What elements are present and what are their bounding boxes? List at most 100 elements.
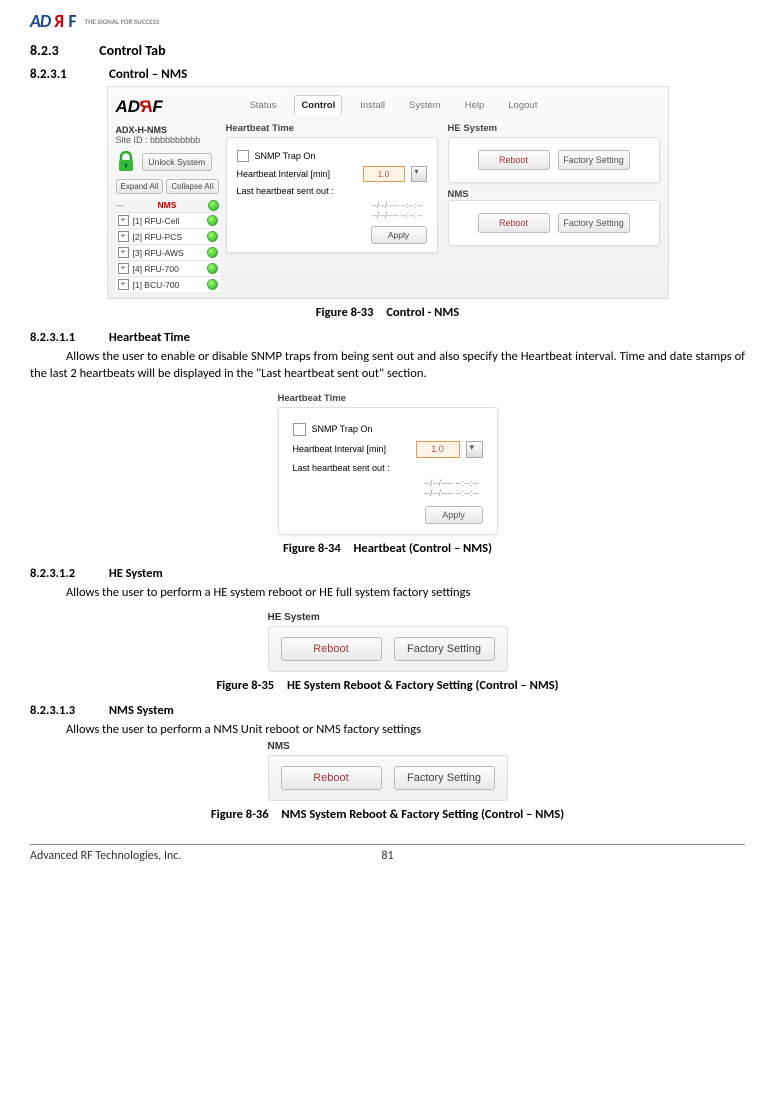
figure-control-nms: ADRF ADX-H-NMS Site ID : bbbbbbbbbb Unlo… <box>107 86 669 299</box>
interval-value[interactable]: 1.0 <box>416 441 460 458</box>
footer-page-number: 81 <box>381 849 393 863</box>
device-tree: — NMS +[1] RFU-Cell +[2] RFU-PCS +[3] RF… <box>116 198 220 292</box>
nms-section-title: NMS <box>448 189 660 200</box>
logo-slogan: THE SIGNAL FOR SUCCESS <box>85 17 160 26</box>
heading-8-2-3-1-1: 8.2.3.1.1 Heartbeat Time <box>30 330 745 345</box>
heading-number: 8.2.3 <box>30 42 96 59</box>
status-dot-icon <box>208 200 219 211</box>
figure-number: Figure 8-36 <box>211 807 269 822</box>
tab-help[interactable]: Help <box>459 96 491 115</box>
apply-button[interactable]: Apply <box>371 226 427 244</box>
figure-he-system: HE System Reboot Factory Setting <box>268 612 508 672</box>
expand-icon[interactable]: + <box>118 279 129 290</box>
tab-logout[interactable]: Logout <box>502 96 543 115</box>
he-system-box: Reboot Factory Setting <box>448 137 660 183</box>
timestamp-1: --/--/---- --:--:-- <box>237 200 427 210</box>
page-header-logo: ADRF THE SIGNAL FOR SUCCESS <box>30 10 745 32</box>
tab-system[interactable]: System <box>403 96 447 115</box>
heading-8-2-3-1-3: 8.2.3.1.3 NMS System <box>30 703 745 718</box>
figure-number: Figure 8-35 <box>216 678 274 693</box>
expand-icon[interactable]: + <box>118 231 129 242</box>
status-dot-icon <box>207 247 218 258</box>
he-factory-button[interactable]: Factory Setting <box>558 150 630 170</box>
heading-title: Heartbeat Time <box>109 330 190 345</box>
expand-icon[interactable]: + <box>118 215 129 226</box>
figure-caption-34: Figure 8-34 Heartbeat (Control – NMS) <box>30 541 745 556</box>
paragraph-he-system: Allows the user to perform a HE system r… <box>30 585 745 602</box>
tree-item[interactable]: +[2] RFU-PCS <box>116 228 220 244</box>
he-system-box: Reboot Factory Setting <box>268 626 508 672</box>
timestamp-2: --/--/---- --:--:-- <box>237 210 427 220</box>
snmp-trap-checkbox[interactable] <box>293 423 306 436</box>
he-reboot-button[interactable]: Reboot <box>478 150 550 170</box>
figure-title: Control - NMS <box>386 305 459 320</box>
nms-reboot-button[interactable]: Reboot <box>281 766 382 790</box>
logo-text-f: F <box>68 10 76 32</box>
tab-install[interactable]: Install <box>354 96 391 115</box>
nms-reboot-button[interactable]: Reboot <box>478 213 550 233</box>
snmp-trap-label: SNMP Trap On <box>312 424 483 434</box>
footer-company: Advanced RF Technologies, Inc. <box>30 849 181 863</box>
collapse-all-button[interactable]: Collapse AII <box>166 179 219 194</box>
expand-icon[interactable]: + <box>118 263 129 274</box>
heartbeat-section-title: Heartbeat Time <box>226 121 438 137</box>
figure-title: Heartbeat (Control – NMS) <box>354 541 492 556</box>
nms-factory-button[interactable]: Factory Setting <box>558 213 630 233</box>
unlock-system-button[interactable]: Unlock System <box>142 153 213 171</box>
figure-caption-33: Figure 8-33 Control - NMS <box>30 305 745 320</box>
sidebar-model: ADX-H-NMS <box>116 125 220 135</box>
nms-box: Reboot Factory Setting <box>448 200 660 246</box>
paragraph-nms-system: Allows the user to perform a NMS Unit re… <box>30 722 745 739</box>
site-id-label: Site ID : <box>116 135 148 145</box>
tree-item[interactable]: +[1] RFU-Cell <box>116 212 220 228</box>
tree-item-label: [1] BCU-700 <box>129 280 207 290</box>
he-system-section-title: HE System <box>448 121 660 137</box>
tree-root-nms[interactable]: NMS <box>154 198 179 212</box>
tree-item[interactable]: +[4] RFU-700 <box>116 260 220 276</box>
timestamp-1: --/--/---- --:--:-- <box>293 478 483 488</box>
figure-caption-36: Figure 8-36 NMS System Reboot & Factory … <box>30 807 745 822</box>
last-sent-label: Last heartbeat sent out : <box>293 463 483 473</box>
heartbeat-box: SNMP Trap On Heartbeat Interval [min] 1.… <box>226 137 438 253</box>
status-dot-icon <box>207 215 218 226</box>
he-reboot-button[interactable]: Reboot <box>281 637 382 661</box>
paragraph-heartbeat: Allows the user to enable or disable SNM… <box>30 349 745 383</box>
heartbeat-title: Heartbeat Time <box>278 393 498 407</box>
nms-system-box: Reboot Factory Setting <box>268 755 508 801</box>
status-dot-icon <box>207 231 218 242</box>
tab-status[interactable]: Status <box>244 96 283 115</box>
interval-value[interactable]: 1.0 <box>363 166 405 182</box>
heading-8-2-3-1: 8.2.3.1 Control – NMS <box>30 67 745 82</box>
page-footer: Advanced RF Technologies, Inc. 81 <box>30 844 745 863</box>
he-factory-button[interactable]: Factory Setting <box>394 637 495 661</box>
heartbeat-box: SNMP Trap On Heartbeat Interval [min] 1.… <box>278 407 498 535</box>
nms-factory-button[interactable]: Factory Setting <box>394 766 495 790</box>
tree-item-label: [2] RFU-PCS <box>129 232 207 242</box>
lock-icon <box>116 151 136 173</box>
expand-icon[interactable]: + <box>118 247 129 258</box>
tree-item-label: [1] RFU-Cell <box>129 216 207 226</box>
tree-item-label: [3] RFU-AWS <box>129 248 207 258</box>
interval-dropdown-icon[interactable] <box>411 166 427 182</box>
apply-button[interactable]: Apply <box>425 506 483 524</box>
heading-number: 8.2.3.1 <box>30 67 106 82</box>
heading-8-2-3-1-2: 8.2.3.1.2 HE System <box>30 566 745 581</box>
tab-control[interactable]: Control <box>294 95 342 115</box>
expand-all-button[interactable]: Expand All <box>116 179 164 194</box>
last-sent-label: Last heartbeat sent out : <box>237 186 427 196</box>
interval-label: Heartbeat Interval [min] <box>293 444 410 454</box>
site-id-value: bbbbbbbbbb <box>150 135 200 145</box>
logo-text-ad: AD <box>30 10 50 32</box>
figure-heartbeat: Heartbeat Time SNMP Trap On Heartbeat In… <box>278 393 498 535</box>
he-system-title: HE System <box>268 612 508 626</box>
nms-system-title: NMS <box>268 741 508 755</box>
interval-label: Heartbeat Interval [min] <box>237 169 357 179</box>
tree-item[interactable]: +[1] BCU-700 <box>116 276 220 292</box>
logo-text-r: R <box>54 10 64 32</box>
snmp-trap-checkbox[interactable] <box>237 150 249 162</box>
interval-dropdown-icon[interactable] <box>466 441 483 458</box>
tree-item[interactable]: +[3] RFU-AWS <box>116 244 220 260</box>
sidebar-site-id: Site ID : bbbbbbbbbb <box>116 135 220 145</box>
figure-nms-system: NMS Reboot Factory Setting <box>268 741 508 801</box>
status-dot-icon <box>207 263 218 274</box>
